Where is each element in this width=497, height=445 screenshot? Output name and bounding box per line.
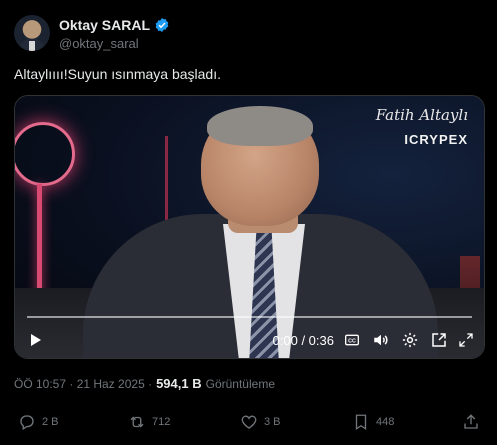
reply-count: 2 B — [42, 416, 59, 428]
author-name[interactable]: Oktay SARAL — [59, 17, 150, 33]
like-icon — [241, 415, 257, 429]
volume-button[interactable] — [371, 328, 391, 352]
play-icon — [31, 334, 41, 346]
settings-button[interactable] — [400, 328, 420, 352]
video-time: 0:00 / 0:36 — [272, 332, 334, 348]
bookmark-count: 448 — [376, 416, 395, 428]
share-button[interactable] — [462, 413, 480, 431]
picture-in-picture-button[interactable] — [429, 328, 449, 352]
like-button[interactable]: 3 B — [240, 413, 281, 431]
bookmark-icon — [355, 414, 367, 431]
video-person — [73, 106, 453, 358]
author-name-row: Oktay SARAL — [59, 17, 170, 33]
svg-text:CC: CC — [348, 338, 356, 344]
like-count: 3 B — [264, 416, 281, 428]
share-icon — [464, 414, 478, 429]
video-watermark-name: Fatih Altaylı — [375, 106, 468, 124]
repost-icon — [130, 416, 144, 428]
tweet-timestamp[interactable]: ÖÖ 10:57 · 21 Haz 2025 · — [14, 377, 152, 391]
video-controls: 0:00 / 0:36 CC — [15, 328, 484, 352]
captions-icon: CC — [345, 334, 359, 346]
captions-button[interactable]: CC — [342, 328, 362, 352]
reply-button[interactable]: 2 B — [18, 413, 59, 431]
avatar[interactable] — [14, 15, 50, 51]
picture-in-picture-icon — [432, 333, 446, 347]
view-count: 594,1 B — [156, 376, 202, 391]
tweet-actions: 2 B 712 3 B 448 — [14, 413, 484, 435]
volume-icon — [374, 334, 388, 346]
author-handle[interactable]: @oktay_saral — [59, 36, 139, 51]
tweet-meta: ÖÖ 10:57 · 21 Haz 2025 · 594,1 B Görüntü… — [14, 376, 275, 391]
fullscreen-button[interactable] — [456, 328, 476, 352]
tweet-header: Oktay SARAL @oktay_saral — [14, 14, 484, 54]
fullscreen-icon — [459, 333, 473, 347]
play-button[interactable] — [25, 328, 45, 352]
repost-button[interactable]: 712 — [128, 413, 170, 431]
tweet-text: Altaylıııı!Suyun ısınmaya başladı. — [14, 66, 221, 82]
avatar-shirt — [29, 41, 35, 51]
person-hair — [207, 106, 313, 146]
repost-count: 712 — [152, 416, 171, 428]
settings-icon — [402, 332, 418, 348]
video-watermark-brand: ICRYPEX — [404, 132, 468, 147]
view-label: Görüntüleme — [205, 377, 275, 391]
video-progress-bar[interactable] — [27, 316, 472, 318]
studio-lamp — [15, 122, 75, 186]
reply-icon — [20, 415, 34, 430]
video-player[interactable]: Fatih Altaylı ICRYPEX 0:00 / 0:36 CC — [14, 95, 485, 359]
bookmark-button[interactable]: 448 — [352, 413, 394, 431]
verified-badge-icon — [155, 18, 169, 32]
